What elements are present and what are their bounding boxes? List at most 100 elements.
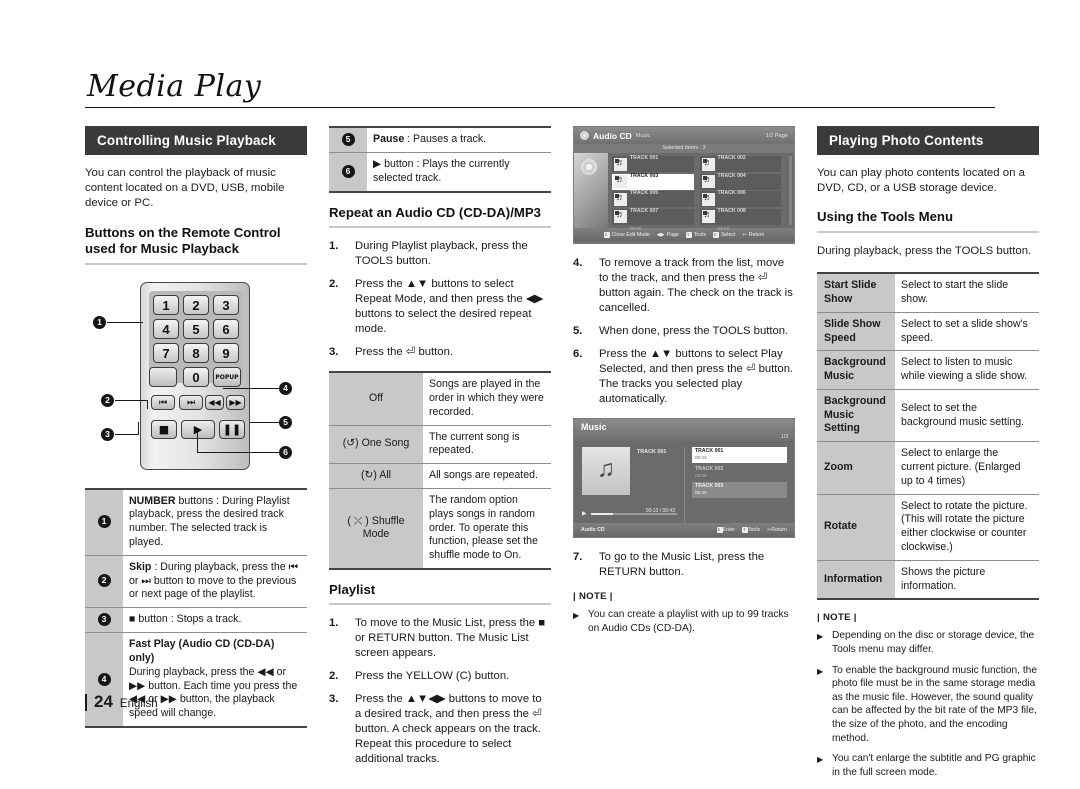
tools-option-desc: Shows the picture information. (895, 559, 1039, 601)
row-number-cell: 2 (85, 554, 123, 609)
callout-line-6b (197, 431, 199, 453)
music-note-icon (701, 157, 715, 171)
tools-option-desc: Select to listen to music while viewing … (895, 350, 1039, 390)
tools-option-desc: Select to set the background music setti… (895, 388, 1039, 443)
table-row: Zoom Select to enlarge the current pictu… (817, 441, 1039, 495)
music-list-row-current[interactable]: TRACK 001 00:43 (692, 447, 787, 463)
row-number-cell: 6 (329, 152, 367, 193)
footer-key-return[interactable]: ↩Return (742, 232, 764, 238)
footer-key-page[interactable]: ◀▶ Page (657, 232, 679, 238)
page-language: English (119, 698, 158, 710)
subhead-remote-buttons: Buttons on the Remote Control used for M… (85, 224, 281, 257)
audio-cd-title: Audio CD (593, 130, 632, 141)
row-desc-cell: NUMBER buttons : During Playlist playbac… (123, 487, 307, 556)
track-item[interactable]: TRACK 00704:06 (612, 208, 694, 231)
footer-key-enter[interactable]: E Enter (716, 527, 735, 533)
callout-marker-4: 4 (279, 381, 292, 395)
remote-key-next-track-icon: ⏭ (179, 394, 203, 410)
repeat-mode-label: Off (329, 371, 423, 426)
album-art-music-note-icon (582, 447, 630, 495)
remote-key-fast-forward-icon: ▶▶ (226, 394, 245, 410)
audio-cd-subtitle: Music (635, 132, 651, 139)
footer-key-tools[interactable]: T Tools (685, 231, 706, 238)
page-footer: 24 English (85, 692, 158, 712)
table-row: 3 ■ button : Stops a track. (85, 607, 307, 634)
column-right-two: Playing Photo Contents You can play phot… (817, 126, 1039, 786)
music-list-row-highlighted[interactable]: TRACK 003 06:45 (692, 482, 787, 498)
audio-cd-side-panel (574, 153, 608, 228)
row-desc-cell: ▶ button : Plays the currently selected … (367, 152, 551, 193)
row-number-cell: 1 (85, 487, 123, 556)
music-player-screenshot: Music 1/3 TRACK 001 00:13 / 00:43 ▶ (573, 418, 795, 538)
playlist-steps-list: 1. To move to the Music List, press the ■… (329, 616, 551, 767)
music-list-row[interactable]: TRACK 002 03:56 (692, 465, 787, 481)
progress-bar[interactable] (590, 512, 677, 515)
callout-line-2 (115, 399, 147, 401)
bullet-arrow-icon: ▶ (573, 611, 580, 620)
manual-page: Media Play Controlling Music Playback Yo… (85, 69, 1039, 778)
music-note-icon (614, 192, 627, 206)
music-player-now-playing: TRACK 001 00:13 / 00:43 ▶ (582, 447, 677, 523)
audio-cd-track-grid: TRACK 00100:43 TRACK 00203:56 TRACK 0030… (608, 153, 789, 231)
section-banner-playing-photo-contents: Playing Photo Contents (817, 126, 1039, 155)
list-item: 1. During Playlist playback, press the TO… (329, 240, 528, 268)
intro-text-photo-contents: You can play photo contents located on a… (817, 167, 1025, 195)
music-note-icon (701, 209, 715, 223)
callout-line-3b (138, 421, 140, 435)
chapter-title: Media Play (87, 69, 262, 104)
footer-key-tools[interactable]: T Tools (741, 527, 760, 533)
footer-key-close-edit-mode[interactable]: C Close Edit Mode (603, 231, 650, 238)
audio-cd-footer-bar: C Close Edit Mode ◀▶ Page T Tools E Select ↩… (574, 228, 794, 241)
footer-key-select[interactable]: E Select (712, 231, 735, 238)
audio-cd-header: Audio CD Music 1/2 Page (574, 127, 794, 144)
music-player-track-list: TRACK 001 00:43 TRACK 002 03:56 TRACK 003 0… (684, 447, 787, 523)
subhead-divider (329, 226, 551, 229)
music-player-title: Music (581, 422, 607, 432)
remote-key-pause-icon: ❚❚ (219, 419, 245, 439)
remote-body: 1 2 3 4 5 6 7 8 9 0 POPUP ⏮ ⏭ ◀◀ ▶▶ ■ ▶ … (140, 281, 250, 470)
remote-key-2: 2 (183, 294, 209, 315)
repeat-steps-list: 1. During Playlist playback, press the TO… (329, 239, 551, 360)
footer-rule (85, 693, 87, 711)
table-row: Background Music Setting Select to set t… (817, 388, 1039, 443)
remote-key-6: 6 (213, 318, 239, 339)
track-item[interactable]: TRACK 00803:42 (699, 208, 781, 231)
callout-marker-2: 2 (101, 393, 114, 407)
scrollbar[interactable] (789, 156, 792, 225)
audio-cd-selected-items: Selected Items : 3 (574, 144, 794, 153)
music-note-icon (614, 174, 627, 188)
footer-key-return[interactable]: ↩Return (767, 527, 787, 533)
tools-option-desc: Select to rotate the picture. (This will… (895, 493, 1039, 561)
list-item: 2. Press the ▲▼ buttons to select Repeat … (329, 278, 544, 336)
subhead-playlist: Playlist (329, 581, 376, 597)
table-row: Information Shows the picture informatio… (817, 559, 1039, 601)
tools-option-label: Background Music (817, 350, 895, 390)
music-player-body: TRACK 001 00:13 / 00:43 ▶ TRACK 00100:43… (574, 441, 794, 523)
note-item: ▶ You can create a playlist with up to 9… (573, 609, 789, 634)
tools-menu-lead-text: During playback, press the TOOLS button. (817, 244, 1032, 257)
tools-option-desc: Select to enlarge the current picture. (… (895, 441, 1039, 495)
callout-line-3 (115, 433, 138, 435)
title-divider (85, 107, 995, 108)
tools-option-label: Zoom (817, 441, 895, 495)
callout-line-5 (250, 421, 279, 423)
repeat-mode-desc: The current song is repeated. (423, 424, 551, 465)
audio-cd-body: TRACK 00100:43 TRACK 00203:56 TRACK 0030… (574, 153, 794, 231)
note-item: ▶ To enable the background music functio… (817, 664, 1038, 744)
remote-key-7: 7 (153, 342, 179, 363)
subhead-divider (817, 230, 1039, 233)
repeat-mode-desc: All songs are repeated. (423, 463, 551, 489)
tools-option-desc: Select to set a slide show's speed. (895, 311, 1039, 352)
repeat-mode-label: ( ⤬ ) Shuffle Mode (329, 487, 423, 570)
music-note-icon (701, 192, 715, 206)
callout-line-1 (107, 321, 143, 323)
playlist-steps-continued: 4. To remove a track from the list, move … (573, 256, 795, 407)
subhead-divider (85, 262, 307, 265)
callout-line-4 (223, 387, 279, 389)
row-number-cell: 3 (85, 607, 123, 634)
page-number: 24 (94, 692, 113, 711)
remote-key-4: 4 (153, 318, 179, 339)
table-row: 6 ▶ button : Plays the currently selecte… (329, 152, 551, 193)
remote-key-3: 3 (213, 294, 239, 315)
note-item: ▶ You can't enlarge the subtitle and PG … (817, 753, 1036, 778)
